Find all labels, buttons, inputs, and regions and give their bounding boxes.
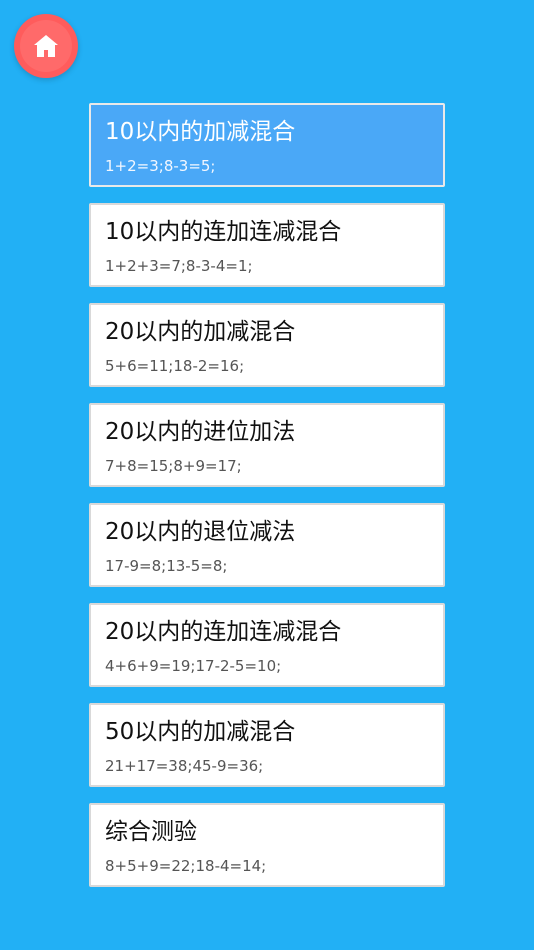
lesson-example: 1+2=3;8-3=5; [105, 157, 216, 175]
lesson-example: 4+6+9=19;17-2-5=10; [105, 657, 282, 675]
lesson-title: 20以内的连加连减混合 [105, 619, 342, 645]
lesson-item-5[interactable]: 20以内的退位减法 17-9=8;13-5=8; [89, 503, 445, 587]
lesson-title: 10以内的连加连减混合 [105, 219, 342, 245]
lesson-item-4[interactable]: 20以内的进位加法 7+8=15;8+9=17; [89, 403, 445, 487]
lesson-title: 综合测验 [105, 819, 197, 845]
lesson-example: 8+5+9=22;18-4=14; [105, 857, 267, 875]
lesson-title: 20以内的加减混合 [105, 319, 296, 345]
home-button-inner [20, 20, 72, 72]
lesson-item-3[interactable]: 20以内的加减混合 5+6=11;18-2=16; [89, 303, 445, 387]
lesson-example: 21+17=38;45-9=36; [105, 757, 264, 775]
lesson-example: 17-9=8;13-5=8; [105, 557, 228, 575]
lesson-example: 5+6=11;18-2=16; [105, 357, 245, 375]
lesson-title: 20以内的进位加法 [105, 419, 296, 445]
lesson-example: 1+2+3=7;8-3-4=1; [105, 257, 253, 275]
lesson-example: 7+8=15;8+9=17; [105, 457, 242, 475]
lesson-item-1[interactable]: 10以内的加减混合 1+2=3;8-3=5; [89, 103, 445, 187]
lesson-list: 10以内的加减混合 1+2=3;8-3=5; 10以内的连加连减混合 1+2+3… [89, 103, 445, 903]
lesson-title: 10以内的加减混合 [105, 119, 296, 145]
lesson-item-8[interactable]: 综合测验 8+5+9=22;18-4=14; [89, 803, 445, 887]
lesson-title: 20以内的退位减法 [105, 519, 296, 545]
home-button[interactable] [14, 14, 78, 78]
home-icon [34, 35, 58, 57]
lesson-title: 50以内的加减混合 [105, 719, 296, 745]
lesson-item-2[interactable]: 10以内的连加连减混合 1+2+3=7;8-3-4=1; [89, 203, 445, 287]
lesson-item-7[interactable]: 50以内的加减混合 21+17=38;45-9=36; [89, 703, 445, 787]
lesson-item-6[interactable]: 20以内的连加连减混合 4+6+9=19;17-2-5=10; [89, 603, 445, 687]
